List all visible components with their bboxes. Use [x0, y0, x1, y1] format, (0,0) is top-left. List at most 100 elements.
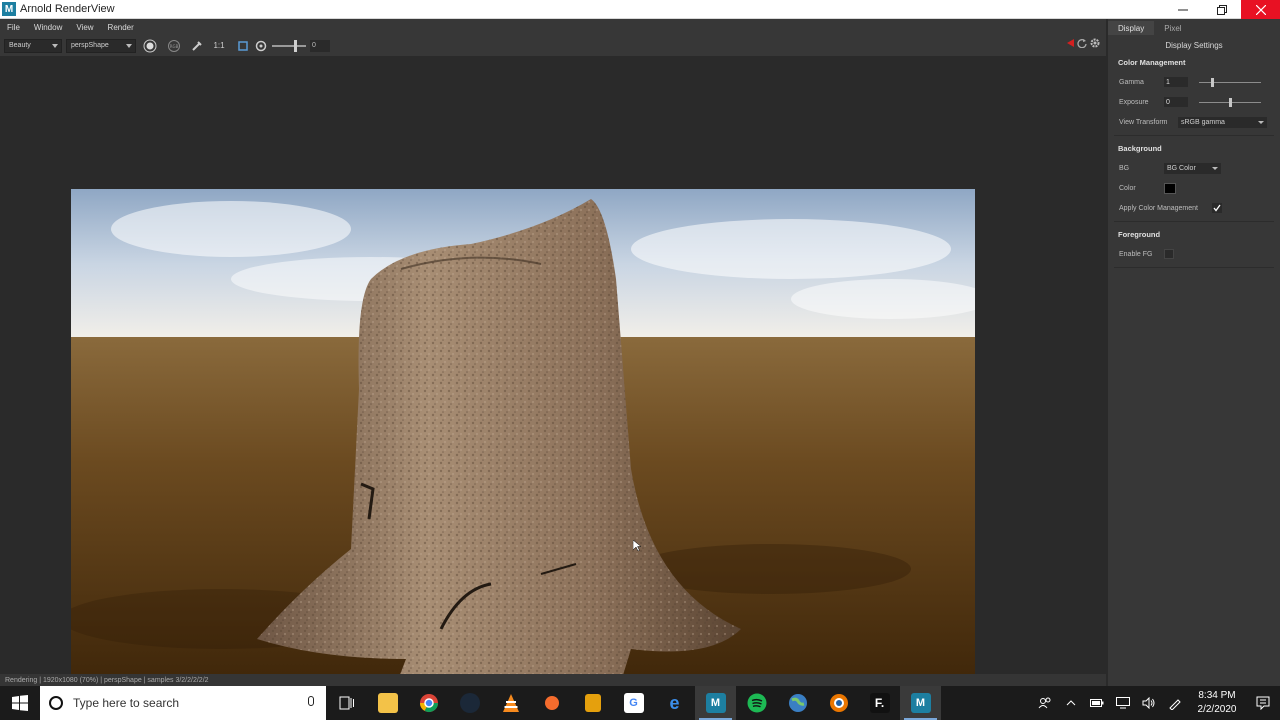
apply-color-management-checkbox[interactable] [1212, 203, 1222, 213]
taskbar-file-explorer[interactable] [367, 686, 408, 720]
render-status-text: Rendering | 1920x1080 (70%) | perspShape… [5, 676, 209, 684]
gear-icon[interactable] [1090, 38, 1100, 48]
bg-dropdown[interactable]: BG Color [1164, 162, 1221, 174]
task-view-icon [339, 696, 354, 710]
taskbar-plex[interactable] [572, 686, 613, 720]
color-picker-icon[interactable] [190, 39, 204, 53]
people-icon[interactable] [1032, 686, 1058, 720]
vlc-icon [502, 694, 519, 712]
camera-dropdown-value: perspShape [71, 42, 109, 49]
gamma-slider-handle[interactable] [1211, 77, 1214, 87]
fusion-icon: F. [869, 693, 890, 713]
pen-icon[interactable] [1162, 686, 1188, 720]
folder-icon [377, 693, 398, 713]
restore-icon [1216, 4, 1227, 15]
exposure-slider-handle[interactable] [294, 39, 297, 52]
tab-pixel[interactable]: Pixel [1154, 21, 1191, 35]
bg-color-swatch[interactable] [1164, 182, 1176, 194]
gamma-input[interactable]: 1 [1164, 77, 1188, 87]
gamma-slider[interactable] [1199, 77, 1261, 87]
view-transform-label: View Transform [1119, 118, 1168, 126]
chevron-down-icon [1212, 166, 1218, 170]
taskbar-google[interactable]: G [613, 686, 654, 720]
taskbar-origin[interactable] [531, 686, 572, 720]
globe-icon [788, 694, 807, 712]
menu-window[interactable]: Window [27, 23, 69, 32]
close-button[interactable] [1241, 0, 1280, 19]
clock-date: 2/2/2020 [1197, 704, 1237, 715]
exposure-value[interactable]: 0 [310, 39, 330, 52]
display-mode-icon[interactable] [143, 39, 157, 53]
taskbar-vlc[interactable] [490, 686, 531, 720]
origin-icon [544, 696, 559, 710]
task-view-button[interactable] [326, 686, 367, 720]
windows-logo-icon [12, 695, 28, 711]
stop-render-icon[interactable] [1067, 39, 1074, 47]
taskbar-fusion[interactable]: F. [859, 686, 900, 720]
aov-dropdown-value: Beauty [9, 42, 31, 49]
taskbar-chrome[interactable] [408, 686, 449, 720]
exposure-input[interactable]: 0 [1164, 97, 1188, 107]
start-button[interactable] [0, 686, 40, 720]
panel-exposure-slider-handle[interactable] [1229, 97, 1232, 107]
taskbar-maya-2[interactable]: M [900, 686, 941, 720]
section-color-management: Color Management [1118, 58, 1186, 67]
chevron-down-icon [1258, 120, 1264, 124]
taskbar-edge[interactable]: e [654, 686, 695, 720]
panel-tabs: Display Pixel [1108, 19, 1280, 35]
minimize-button[interactable] [1163, 0, 1202, 19]
taskbar-search-box[interactable]: Type here to search [40, 686, 326, 720]
rgb-channel-icon[interactable]: RGB [167, 39, 181, 53]
taskbar-steam[interactable] [449, 686, 490, 720]
panel-exposure-slider[interactable] [1199, 97, 1261, 107]
battery-icon[interactable] [1084, 686, 1110, 720]
edge-icon: e [669, 692, 680, 713]
restore-button[interactable] [1202, 0, 1241, 19]
chrome-icon [419, 694, 438, 713]
bg-dropdown-value: BG Color [1167, 164, 1196, 172]
svg-text:RGB: RGB [170, 44, 179, 49]
crop-region-icon[interactable] [236, 39, 250, 53]
bg-row: BG BG Color [1119, 161, 1280, 175]
exposure-icon[interactable] [254, 39, 268, 53]
enable-fg-checkbox[interactable] [1164, 249, 1174, 259]
exposure-row: Exposure 0 [1119, 95, 1280, 109]
mouse-cursor-icon [633, 540, 641, 552]
action-center-button[interactable] [1246, 686, 1280, 720]
volume-icon[interactable] [1136, 686, 1162, 720]
display-settings-panel: Display Pixel Display Settings Color Man… [1106, 19, 1280, 686]
enable-fg-row: Enable FG [1119, 247, 1280, 261]
taskbar-blender[interactable] [818, 686, 859, 720]
ratio-button[interactable]: 1:1 [212, 39, 226, 53]
color-label: Color [1119, 184, 1136, 192]
taskbar-spotify[interactable] [736, 686, 777, 720]
render-viewport[interactable] [0, 56, 1106, 698]
gamma-row: Gamma 1 [1119, 75, 1280, 89]
exposure-slider[interactable] [272, 39, 306, 52]
arnold-renderview-window: M Arnold RenderView File Window View Ren… [0, 0, 1280, 720]
exposure-label: Exposure [1119, 98, 1149, 106]
status-bar: Rendering | 1920x1080 (70%) | perspShape… [0, 674, 1106, 686]
taskbar-clock[interactable]: 8:34 PM 2/2/2020 [1188, 689, 1246, 717]
view-transform-dropdown[interactable]: sRGB gamma [1178, 116, 1267, 128]
maya-icon: M [705, 693, 726, 713]
taskbar-maya[interactable]: M [695, 686, 736, 720]
menu-file[interactable]: File [0, 23, 27, 32]
show-hidden-icons-chevron-up-icon[interactable] [1058, 686, 1084, 720]
menu-render[interactable]: Render [101, 23, 141, 32]
taskbar-globe[interactable] [777, 686, 818, 720]
maya-app-icon: M [2, 2, 16, 16]
tab-display[interactable]: Display [1108, 21, 1155, 35]
divider [1114, 221, 1274, 222]
bg-label: BG [1119, 164, 1130, 172]
camera-dropdown[interactable]: perspShape [66, 38, 136, 53]
section-background: Background [1118, 144, 1162, 153]
microphone-icon[interactable] [308, 696, 314, 706]
aov-dropdown[interactable]: Beauty [4, 38, 62, 53]
network-icon[interactable] [1110, 686, 1136, 720]
divider [1114, 135, 1274, 136]
render-image[interactable] [71, 189, 975, 698]
refresh-icon[interactable] [1077, 38, 1087, 48]
menu-view[interactable]: View [69, 23, 100, 32]
blender-icon [829, 694, 848, 712]
